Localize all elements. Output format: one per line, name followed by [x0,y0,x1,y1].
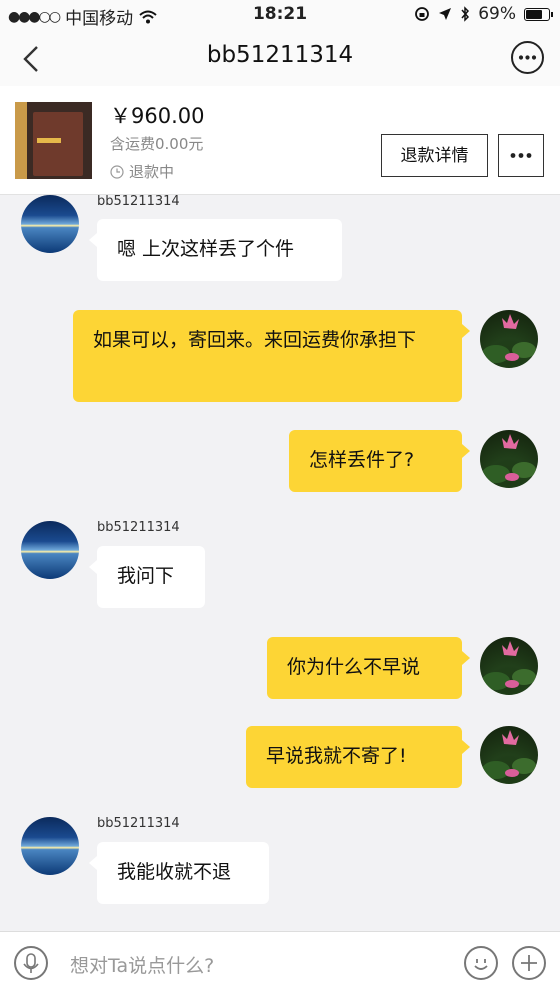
message-bubble-incoming[interactable]: 我能收就不退 [89,842,269,904]
chat-title: bb51211314 [206,42,354,68]
sender-name: bb51211314 [97,816,180,831]
more-dots-icon [510,153,532,158]
contact-avatar[interactable] [21,521,79,579]
message-bubble-outgoing[interactable]: 你为什么不早说 [267,637,470,699]
contact-avatar[interactable] [21,817,79,875]
message-bubble-outgoing[interactable]: 早说我就不寄了! [246,726,470,788]
refund-status-label: 退款中 [129,163,175,181]
order-card[interactable]: ￥960.00 含运费0.00元 退款中 退款详情 [0,86,560,195]
screen-lock-icon [415,7,430,21]
plus-icon [521,955,537,971]
refund-detail-button[interactable]: 退款详情 [381,134,488,177]
bluetooth-icon [461,6,470,22]
message-bubble-incoming[interactable]: 我问下 [89,546,205,608]
message-input-bar: 想对Ta说点什么? [0,931,560,997]
chat-header: bb51211314 [0,30,560,86]
status-bar: ●●●○○ 中国移动 18:21 69% [0,0,560,30]
sender-name: bb51211314 [97,520,180,535]
battery-icon [524,7,553,21]
my-avatar[interactable] [480,310,538,368]
voice-button[interactable] [14,946,48,980]
message-bubble-outgoing[interactable]: 怎样丢件了? [289,430,470,492]
emoji-icon [474,959,488,970]
more-circle-icon[interactable] [511,41,544,74]
emoji-button[interactable] [464,946,498,980]
clock-icon [110,164,124,179]
order-price: ￥960.00 [110,104,205,128]
shipping-fee: 含运费0.00元 [110,135,204,153]
location-icon [439,8,452,20]
microphone-icon [23,953,39,973]
message-bubble-outgoing[interactable]: 如果可以，寄回来。来回运费你承担下 [73,310,470,402]
order-more-button[interactable] [498,134,544,177]
refund-status: 退款中 [110,161,174,182]
product-thumbnail[interactable] [15,102,92,179]
my-avatar[interactable] [480,430,538,488]
my-avatar[interactable] [480,726,538,784]
message-input[interactable]: 想对Ta说点什么? [70,951,214,978]
status-right: 69% [414,4,553,24]
contact-avatar[interactable] [21,195,79,253]
my-avatar[interactable] [480,637,538,695]
plus-button[interactable] [512,946,546,980]
battery-percent: 69% [478,4,516,24]
sender-name: bb51211314 [97,194,180,209]
message-bubble-incoming[interactable]: 嗯 上次这样丢了个件 [89,219,342,281]
